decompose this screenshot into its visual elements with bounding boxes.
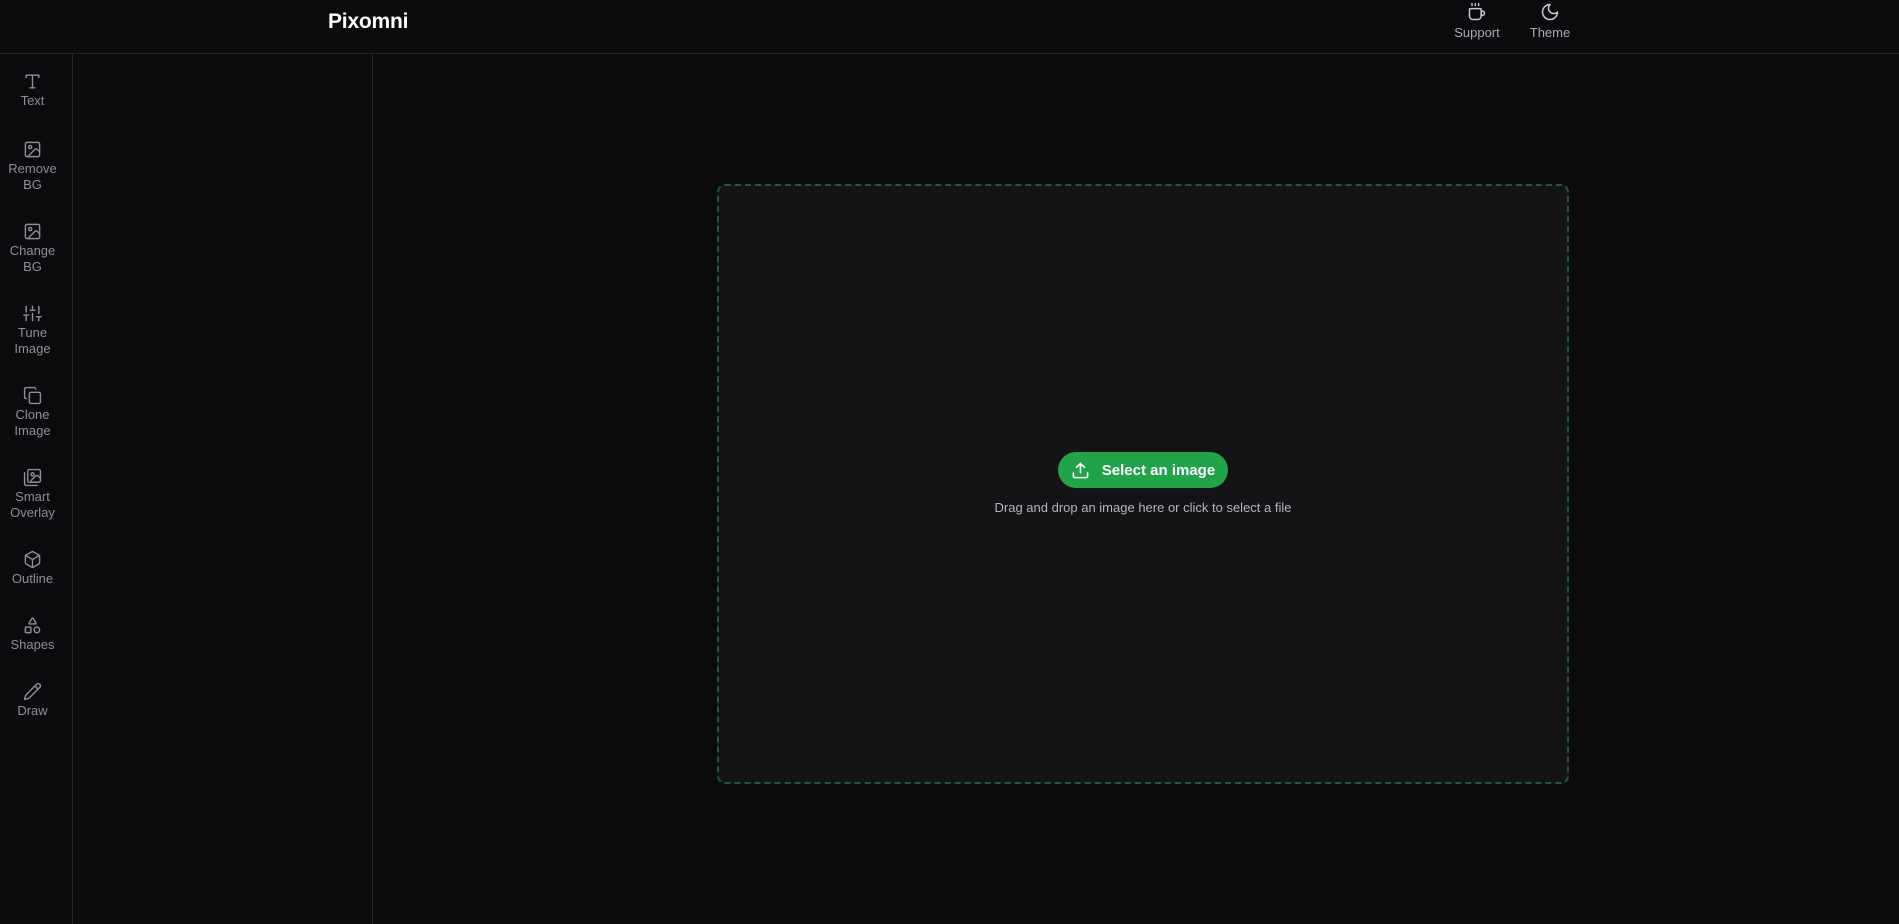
sidebar-item-label: Draw [17,703,48,718]
tool-sidebar: Text Remove BG Change BG Tune Image Clon… [0,54,73,924]
sidebar-item-smart-overlay[interactable]: Smart Overlay [0,468,65,521]
image-dropzone[interactable]: Select an image Drag and drop an image h… [717,184,1569,784]
sidebar-item-label: Remove BG [8,161,57,192]
theme-toggle-button[interactable]: Theme [1527,2,1573,40]
sidebar-item-clone-image[interactable]: Clone Image [0,386,65,439]
copy-icon [23,386,42,405]
theme-label: Theme [1529,25,1571,40]
shapes-icon [24,617,41,634]
sidebar-item-draw[interactable]: Draw [0,682,65,719]
support-button[interactable]: Support [1451,2,1503,40]
top-header: Pixomni Support Theme [0,0,1899,54]
sidebar-item-label: Tune Image [14,325,51,356]
sidebar-item-label: Clone Image [14,407,51,438]
support-label: Support [1454,25,1500,40]
pencil-icon [23,682,42,701]
sidebar-item-label: Smart Overlay [10,489,55,520]
sidebar-item-label: Outline [11,571,54,586]
sliders-icon [23,305,42,322]
select-image-button[interactable]: Select an image [1058,452,1228,488]
app-title[interactable]: Pixomni [328,10,408,34]
sidebar-item-outline[interactable]: Outline [0,550,65,587]
sidebar-item-label: Text [20,93,45,108]
images-icon [23,468,42,487]
select-image-label: Select an image [1101,461,1216,479]
upload-icon [1072,462,1089,478]
coffee-icon [1468,2,1486,21]
tool-options-panel [73,54,373,924]
dropzone-hint: Drag and drop an image here or click to … [994,500,1292,515]
sidebar-item-label: Shapes [10,637,55,652]
image-icon [24,141,41,158]
image-icon [24,223,41,240]
sidebar-item-shapes[interactable]: Shapes [0,616,65,653]
box-icon [24,550,41,569]
sidebar-item-label: Change BG [9,243,56,274]
sidebar-item-change-bg[interactable]: Change BG [0,222,65,275]
text-icon [25,74,40,89]
sidebar-item-tune-image[interactable]: Tune Image [0,304,65,357]
sidebar-item-remove-bg[interactable]: Remove BG [0,140,65,193]
moon-icon [1541,3,1559,21]
sidebar-item-text[interactable]: Text [0,72,65,109]
